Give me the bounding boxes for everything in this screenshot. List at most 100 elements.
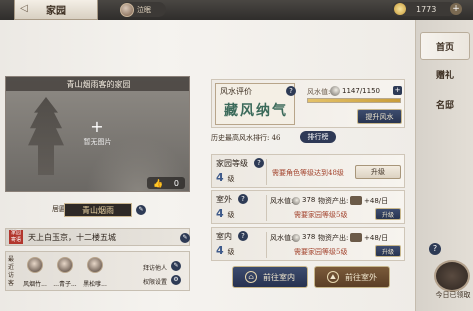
divider	[266, 159, 267, 185]
level-number: 4	[216, 244, 224, 257]
motto-row: 家园寄语 天上白玉京，十二楼五城 ✎	[5, 228, 190, 246]
outdoor-fs-label: 风水值:	[270, 197, 294, 205]
fengshui-calligraphy: 藏风纳气	[224, 103, 288, 119]
outdoor-title: 室外	[216, 195, 232, 204]
moon-icon	[292, 234, 300, 242]
upgrade-label: 升级	[371, 168, 385, 176]
back-icon[interactable]: ◁	[17, 2, 31, 16]
divider	[266, 232, 267, 258]
fengshui-value: 1147/1150	[342, 87, 380, 95]
help-icon[interactable]: ?	[238, 231, 248, 241]
tab-mansion[interactable]: 名邸	[420, 90, 470, 118]
right-nav: 首页 赠礼 名邸 ? 今日已领取	[415, 20, 473, 311]
coin-icon	[394, 3, 406, 15]
indoor-prod-value: +48/日	[364, 234, 389, 242]
avatar	[120, 2, 134, 17]
level-number: 4	[216, 207, 224, 220]
page-title-tab: ◁ 家园	[14, 0, 98, 20]
material-icon	[350, 196, 362, 205]
divider	[266, 195, 267, 221]
visitor-item[interactable]: 黑松嗲...	[82, 257, 108, 288]
add-fengshui-button[interactable]: +	[393, 86, 402, 95]
home-level-value: 4 级	[216, 171, 235, 184]
daily-reward-label: 今日已领取	[435, 291, 471, 299]
fengshui-rank-text: 历史最高风水排行: 46	[211, 134, 281, 142]
visitor-name: ...青子...	[53, 281, 77, 288]
home-level-title: 家园等级	[216, 159, 248, 168]
level-unit: 级	[227, 211, 235, 219]
outdoor-card: 室外 4 级 ? 风水值: 378 物资产出: +48/日 需要家园等级5级 升…	[211, 190, 405, 224]
visitor-name: 黑松嗲...	[83, 281, 107, 288]
leaderboard-button[interactable]: 排行榜	[300, 131, 336, 143]
outdoor-prod-value: +48/日	[364, 197, 389, 205]
level-unit: 级	[227, 248, 235, 256]
currency-display: 1773 +	[392, 2, 462, 16]
avatar	[87, 257, 103, 273]
level-number: 4	[216, 171, 224, 184]
go-outdoor-button[interactable]: ⛰ 前往室外	[314, 266, 390, 288]
fengshui-value-label: 风水值:	[307, 88, 331, 96]
visitor-name: 风烟竹...	[23, 281, 47, 288]
tab-gift[interactable]: 赠礼	[420, 60, 470, 88]
like-button[interactable]: 👍 0	[147, 177, 185, 189]
permission-settings-link[interactable]: 权限设置	[143, 277, 167, 286]
material-icon	[350, 233, 362, 242]
outdoor-level-value: 4 级	[216, 207, 235, 220]
user-chip[interactable]: 泣眠	[120, 2, 166, 17]
settings-icon[interactable]: ⚙	[171, 275, 181, 285]
help-icon[interactable]: ?	[286, 86, 296, 96]
home-name-plate: 青山烟雨	[64, 203, 132, 217]
fengshui-card: 风水评价 ? 藏风纳气 风水值: 1147/1150 + 提升风水	[211, 79, 405, 128]
visitor-item[interactable]: 风烟竹...	[22, 257, 48, 288]
indoor-level-value: 4 级	[216, 244, 235, 257]
home-card-title: 青山烟雨客的家园	[6, 77, 189, 91]
visitor-item[interactable]: ...青子...	[52, 257, 78, 288]
indoor-icon: ⌂	[245, 271, 257, 283]
avatar	[57, 257, 73, 273]
add-currency-button[interactable]: +	[450, 3, 462, 15]
help-icon[interactable]: ?	[254, 158, 264, 168]
edit-motto-icon[interactable]: ✎	[180, 233, 190, 243]
seal-icon: 家园寄语	[9, 230, 23, 244]
upgrade-outdoor-button[interactable]: 升级	[375, 208, 401, 220]
fengshui-art: 风水评价 ? 藏风纳气	[215, 83, 296, 125]
upgrade-home-button[interactable]: 升级	[355, 165, 401, 179]
indoor-prod-label: 物资产出:	[318, 234, 349, 242]
fengshui-progress-fill	[308, 99, 400, 102]
daily-reward[interactable]: 今日已领取	[432, 260, 472, 308]
level-unit: 级	[227, 175, 235, 183]
fengshui-progress-bar	[307, 98, 401, 103]
moon-icon	[292, 197, 300, 205]
level-requirement: 需要角色等级达到48级	[272, 169, 344, 177]
help-icon[interactable]: ?	[429, 243, 441, 255]
outdoor-requirement: 需要家园等级5级	[294, 211, 348, 219]
fengshui-title: 风水评价	[220, 87, 252, 96]
motto-text: 天上白玉京，十二楼五城	[28, 233, 116, 242]
like-count: 0	[173, 178, 179, 188]
visit-others-link[interactable]: 拜访他人	[143, 263, 167, 272]
indoor-fs-value: 378	[302, 233, 316, 241]
edit-name-icon[interactable]: ✎	[136, 205, 146, 215]
improve-fengshui-button[interactable]: 提升风水	[357, 109, 402, 124]
rank-button-label: 排行榜	[307, 133, 329, 141]
visit-icon[interactable]: ✎	[171, 261, 181, 271]
outdoor-fs-value: 378	[302, 196, 316, 204]
page-title: 家园	[46, 6, 66, 17]
outdoor-prod-label: 物资产出:	[318, 197, 349, 205]
recent-visitors: 最近访客 风烟竹... ...青子... 黑松嗲... 拜访他人 ✎ 权限设置 …	[5, 251, 190, 291]
tab-home[interactable]: 首页	[420, 32, 470, 60]
user-name: 泣眠	[137, 5, 151, 14]
go-indoor-label: 前往室内	[263, 272, 295, 282]
thumbs-up-icon: 👍	[153, 178, 163, 188]
home-level-card: 家园等级 4 级 ? 需要角色等级达到48级 升级	[211, 154, 405, 188]
go-indoor-button[interactable]: ⌂ 前往室内	[232, 266, 308, 288]
indoor-fs-label: 风水值:	[270, 234, 294, 242]
upgrade-indoor-button[interactable]: 升级	[375, 245, 401, 257]
no-photo-label: 暂无图片	[83, 138, 112, 146]
add-photo-icon[interactable]: +	[89, 119, 105, 135]
indoor-requirement: 需要家园等级5级	[294, 248, 348, 256]
indoor-card: 室内 4 级 ? 风水值: 378 物资产出: +48/日 需要家园等级5级 升…	[211, 227, 405, 261]
go-outdoor-label: 前往室外	[345, 272, 377, 282]
indoor-title: 室内	[216, 232, 232, 241]
help-icon[interactable]: ?	[238, 194, 248, 204]
